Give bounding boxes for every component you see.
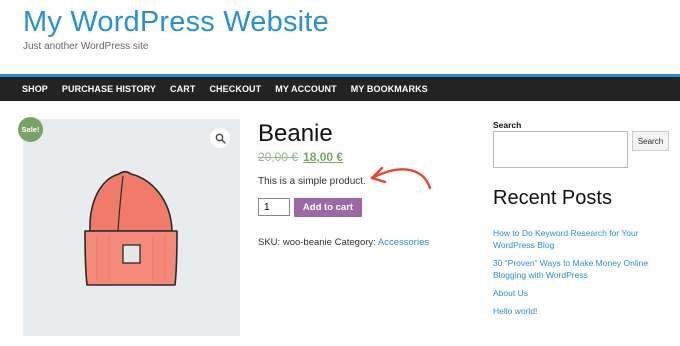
nav-item-my-account[interactable]: MY ACCOUNT: [275, 84, 337, 94]
nav-item-cart[interactable]: CART: [170, 84, 195, 94]
list-item: 30 “Proven” Ways to Make Money Online Bl…: [493, 257, 673, 281]
add-to-cart-button[interactable]: Add to cart: [294, 198, 362, 217]
recent-posts-list: How to Do Keyword Research for Your Word…: [493, 227, 673, 323]
category-link[interactable]: Accessories: [378, 237, 429, 248]
nav-item-purchase-history[interactable]: PURCHASE HISTORY: [62, 84, 156, 94]
recent-posts-title: Recent Posts: [493, 187, 612, 209]
site-title[interactable]: My WordPress Website: [23, 6, 329, 39]
list-item: How to Do Keyword Research for Your Word…: [493, 227, 673, 251]
nav-item-shop[interactable]: SHOP: [22, 84, 48, 94]
product-short-description: This is a simple product.: [258, 176, 366, 187]
main-navigation: SHOP PURCHASE HISTORY CART CHECKOUT MY A…: [0, 77, 680, 101]
regular-price: 20,00 €: [258, 150, 299, 164]
list-item: Hello world!: [493, 305, 673, 317]
product-title: Beanie: [258, 120, 333, 147]
quantity-input[interactable]: [258, 198, 290, 216]
product-price: 20,00 € 18,00 €: [258, 150, 343, 164]
nav-item-checkout[interactable]: CHECKOUT: [209, 84, 261, 94]
product-meta: SKU: woo-beanie Category: Accessories: [258, 237, 429, 248]
recent-post-link[interactable]: 30 “Proven” Ways to Make Money Online Bl…: [493, 258, 648, 280]
magnifier-icon[interactable]: [210, 128, 230, 148]
list-item: About Us: [493, 287, 673, 299]
sku-value: woo-beanie: [282, 237, 332, 248]
sku-label: SKU:: [258, 237, 281, 248]
recent-post-link[interactable]: Hello world!: [493, 306, 537, 316]
recent-post-link[interactable]: About Us: [493, 288, 528, 298]
category-label: Category:: [334, 237, 376, 248]
search-button[interactable]: Search: [632, 131, 669, 151]
sale-badge: Sale!: [18, 117, 43, 142]
red-arrow-icon: [370, 166, 432, 190]
site-tagline: Just another WordPress site: [23, 41, 149, 52]
product-image[interactable]: [23, 119, 240, 336]
sale-price: 18,00 €: [303, 150, 344, 164]
search-input[interactable]: [493, 131, 628, 168]
beanie-illustration-icon: [84, 170, 178, 286]
nav-item-my-bookmarks[interactable]: MY BOOKMARKS: [351, 84, 428, 94]
recent-post-link[interactable]: How to Do Keyword Research for Your Word…: [493, 228, 639, 250]
search-label: Search: [493, 120, 522, 130]
